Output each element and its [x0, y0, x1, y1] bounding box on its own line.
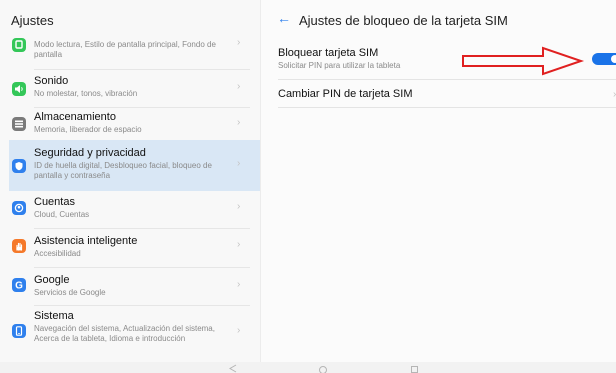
- sidebar-item-title: Cuentas: [34, 196, 75, 208]
- sidebar-item-title: Seguridad y privacidad: [34, 147, 146, 159]
- sidebar-item-subtitle: Modo lectura, Estilo de pantalla princip…: [34, 40, 216, 59]
- sidebar-item-security[interactable]: Seguridad y privacidad ID de huella digi…: [9, 140, 260, 191]
- chevron-right-icon: ›: [237, 37, 241, 48]
- display-icon: [12, 38, 26, 52]
- annotation-arrow: [462, 46, 585, 76]
- sidebar-item-subtitle: Memoria, liberador de espacio: [34, 125, 142, 134]
- page-title: Ajustes de bloqueo de la tarjeta SIM: [299, 13, 508, 28]
- chevron-right-icon: ›: [237, 158, 241, 169]
- settings-sidebar: Ajustes Modo lectura, Estilo de pantalla…: [0, 0, 260, 362]
- sidebar-title: Ajustes: [11, 13, 54, 28]
- sidebar-item-subtitle: ID de huella digital, Desbloqueo facial,…: [34, 161, 212, 180]
- hand-icon: [12, 239, 26, 253]
- google-icon: G: [12, 278, 26, 292]
- account-icon: [12, 201, 26, 215]
- navigation-bar: [0, 362, 616, 373]
- sidebar-item-title: Sonido: [34, 75, 69, 87]
- shield-icon: [12, 159, 26, 173]
- lock-sim-toggle[interactable]: [592, 53, 616, 65]
- chevron-right-icon: ›: [237, 239, 241, 250]
- chevron-right-icon: ›: [237, 201, 241, 212]
- sidebar-item-assistance[interactable]: Asistencia inteligente Accesibilidad ›: [9, 233, 260, 265]
- divider: [34, 228, 250, 229]
- back-nav-icon[interactable]: [228, 364, 238, 373]
- sidebar-item-sound[interactable]: Sonido No molestar, tonos, vibración ›: [9, 72, 260, 106]
- sidebar-item-storage[interactable]: Almacenamiento Memoria, liberador de esp…: [9, 110, 260, 144]
- divider: [278, 79, 616, 80]
- sidebar-item-subtitle: No molestar, tonos, vibración: [34, 89, 138, 98]
- divider: [34, 267, 250, 268]
- sidebar-item-system[interactable]: Sistema Navegación del sistema, Actualiz…: [9, 309, 260, 361]
- sidebar-item-title: Asistencia inteligente: [34, 235, 138, 247]
- storage-icon: [12, 117, 26, 131]
- system-icon: [12, 324, 26, 338]
- divider: [34, 305, 250, 306]
- sidebar-item-accounts[interactable]: Cuentas Cloud, Cuentas ›: [9, 195, 260, 225]
- sound-icon: [12, 82, 26, 96]
- home-nav-icon[interactable]: [318, 364, 328, 373]
- sidebar-item-subtitle: Accesibilidad: [34, 249, 81, 258]
- sidebar-item-title: Sistema: [34, 310, 74, 322]
- svg-text:G: G: [15, 281, 23, 292]
- toggle-knob: [611, 55, 616, 63]
- sidebar-item-subtitle: Cloud, Cuentas: [34, 210, 90, 219]
- chevron-right-icon: ›: [237, 325, 241, 336]
- sidebar-item-title: Google: [34, 274, 70, 286]
- divider: [34, 107, 250, 108]
- chevron-right-icon: ›: [237, 117, 241, 128]
- sidebar-item-subtitle: Servicios de Google: [34, 288, 106, 297]
- divider: [34, 69, 250, 70]
- change-pin-row[interactable]: Cambiar PIN de tarjeta SIM: [278, 88, 413, 100]
- sidebar-item-title: Almacenamiento: [34, 111, 116, 123]
- back-arrow-icon[interactable]: ←: [277, 10, 291, 26]
- sidebar-item-google[interactable]: G Google Servicios de Google ›: [9, 271, 260, 303]
- recents-nav-icon[interactable]: [410, 364, 420, 373]
- sim-lock-panel: ← Ajustes de bloqueo de la tarjeta SIM B…: [260, 0, 616, 362]
- divider: [278, 107, 616, 108]
- sidebar-item-display[interactable]: Modo lectura, Estilo de pantalla princip…: [9, 36, 260, 66]
- chevron-right-icon: ›: [237, 279, 241, 290]
- lock-sim-title: Bloquear tarjeta SIM: [278, 47, 379, 59]
- sidebar-item-subtitle: Navegación del sistema, Actualización de…: [34, 324, 215, 343]
- lock-sim-subtitle: Solicitar PIN para utilizar la tableta: [278, 61, 401, 70]
- chevron-right-icon: ›: [237, 81, 241, 92]
